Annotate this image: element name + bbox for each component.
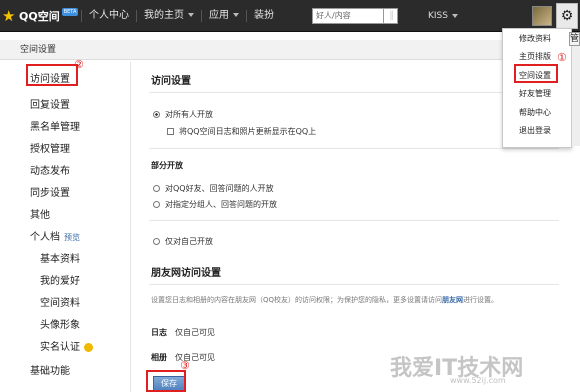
description-text: 设置您日志和相册的内容在朋友网（QQ校友）的访问权限；为保护您的隐私，更多设置请… (151, 296, 443, 304)
manage-tab[interactable]: 管 (569, 32, 580, 46)
sidebar-item-authorization[interactable]: 授权管理 (30, 140, 70, 155)
logo-text: QQ空间 (19, 10, 60, 23)
annotation-box-access-settings (26, 64, 78, 86)
radio-specific-groups[interactable] (153, 201, 160, 208)
option-open-to-all-label: 对所有人开放 (165, 110, 213, 119)
sidebar-item-profile[interactable]: 个人档 预览 (30, 228, 80, 243)
option-sync-to-qq-label: 将QQ空间日志和照片更新显示在QQ上 (179, 127, 317, 136)
option-qq-friends[interactable]: 对QQ好友、回答问题的人开放 (153, 183, 274, 194)
annotation-box-space-settings (514, 64, 558, 83)
side-panel-edge (571, 46, 580, 146)
divider (149, 220, 559, 221)
sidebar-item-basic-features[interactable]: 基础功能 (30, 362, 70, 377)
chevron-down-icon (188, 13, 194, 17)
username: KISS (428, 11, 448, 21)
sidebar-item-avatar-image[interactable]: 头像形象 (40, 316, 80, 331)
nav-apps-label: 应用 (209, 10, 229, 21)
option-qq-friends-label: 对QQ好友、回答问题的人开放 (165, 184, 274, 193)
divider (149, 284, 559, 285)
menu-item-logout[interactable]: 退出登录 (519, 125, 551, 136)
qzone-logo[interactable]: ★ QQ空间 BETA (2, 6, 79, 26)
search-input[interactable]: 好人/内容 (312, 8, 384, 24)
nav-my-homepage-label: 我的主页 (144, 10, 184, 21)
pengyou-description: 设置您日志和相册的内容在朋友网（QQ校友）的访问权限；为保护您的隐私，更多设置请… (151, 295, 571, 305)
option-self-only-label: 仅对自己开放 (165, 237, 213, 246)
settings-dropdown-menu: 修改资料 主页排版 空间设置 好友管理 帮助中心 退出登录 (502, 28, 572, 148)
sidebar-item-real-name-label: 实名认证 (40, 342, 80, 353)
radio-qq-friends[interactable] (153, 185, 160, 192)
nav-apps[interactable]: 应用 (209, 0, 239, 32)
nav-personal-center[interactable]: 个人中心 (89, 0, 129, 32)
nav-decorate[interactable]: 装扮 (254, 0, 274, 32)
menu-item-help-center[interactable]: 帮助中心 (519, 107, 551, 118)
option-open-to-all[interactable]: 对所有人开放 (153, 109, 213, 120)
sidebar-item-profile-label: 个人档 (30, 232, 60, 243)
radio-self-only[interactable] (153, 238, 160, 245)
sidebar-item-space-info[interactable]: 空间资料 (40, 294, 80, 309)
checkbox-sync-to-qq[interactable] (167, 128, 174, 135)
option-self-only[interactable]: 仅对自己开放 (153, 236, 213, 247)
option-specific-groups-label: 对指定分组人、回答问题的开放 (165, 200, 277, 209)
divider (149, 92, 559, 93)
menu-item-edit-profile[interactable]: 修改资料 (519, 33, 551, 44)
section-title-pengyou: 朋友网访问设置 (151, 268, 221, 279)
annotation-box-save (146, 370, 186, 392)
chevron-down-icon (233, 13, 239, 17)
nav-divider (246, 10, 247, 22)
settings-sidebar: 访问设置 回复设置 黑名单管理 授权管理 动态发布 同步设置 其他 个人档 预览 … (18, 62, 130, 392)
verified-user-icon (84, 342, 93, 352)
option-specific-groups[interactable]: 对指定分组人、回答问题的开放 (153, 199, 277, 210)
diary-value: 仅自己可见 (175, 328, 215, 337)
sidebar-item-reply-settings[interactable]: 回复设置 (30, 96, 70, 111)
preview-link[interactable]: 预览 (64, 233, 80, 242)
sidebar-item-blacklist[interactable]: 黑名单管理 (30, 118, 80, 133)
sidebar-item-feed-publish[interactable]: 动态发布 (30, 162, 70, 177)
section-title-partial: 部分开放 (151, 161, 183, 170)
chevron-down-icon (451, 13, 458, 18)
annotation-number-2: ② (74, 58, 84, 71)
annotation-number-3: ③ (180, 359, 190, 372)
star-icon: ★ (2, 7, 16, 25)
section-title-access: 访问设置 (151, 76, 191, 87)
pengyou-link[interactable]: 朋友网 (442, 296, 463, 304)
menu-item-homepage-layout[interactable]: 主页排版 (519, 51, 551, 62)
divider (149, 148, 559, 149)
radio-open-to-all[interactable] (153, 111, 160, 118)
annotation-number-1: ① (557, 51, 567, 64)
username-menu[interactable]: KISS (428, 0, 458, 32)
sidebar-item-other[interactable]: 其他 (30, 206, 50, 221)
pause-icon[interactable]: ‖ (389, 10, 394, 21)
gear-icon[interactable]: ⚙ (556, 3, 578, 29)
diary-permission: 日志 仅自己可见 (151, 327, 215, 338)
sidebar-item-real-name[interactable]: 实名认证 (40, 338, 93, 353)
menu-item-friend-management[interactable]: 好友管理 (519, 88, 551, 99)
page-title: 空间设置 (0, 40, 580, 60)
top-navigation-bar: ★ QQ空间 BETA 个人中心 我的主页 应用 装扮 好人/内容 ‖ KISS… (0, 0, 580, 32)
top-nav: 个人中心 我的主页 应用 装扮 (74, 0, 274, 32)
description-suffix: 进行设置。 (463, 296, 499, 304)
sidebar-item-sync-settings[interactable]: 同步设置 (30, 184, 70, 199)
nav-divider (81, 10, 82, 22)
avatar[interactable] (532, 6, 552, 26)
diary-label: 日志 (151, 328, 167, 337)
album-label: 相册 (151, 353, 167, 362)
sidebar-item-hobbies[interactable]: 我的爱好 (40, 272, 80, 287)
nav-divider (136, 10, 137, 22)
nav-divider (201, 10, 202, 22)
option-sync-to-qq[interactable]: 将QQ空间日志和照片更新显示在QQ上 (167, 126, 316, 137)
sidebar-item-basic-info[interactable]: 基本资料 (40, 250, 80, 265)
nav-my-homepage[interactable]: 我的主页 (144, 0, 194, 32)
watermark-url: www.52ij.com (450, 376, 506, 385)
